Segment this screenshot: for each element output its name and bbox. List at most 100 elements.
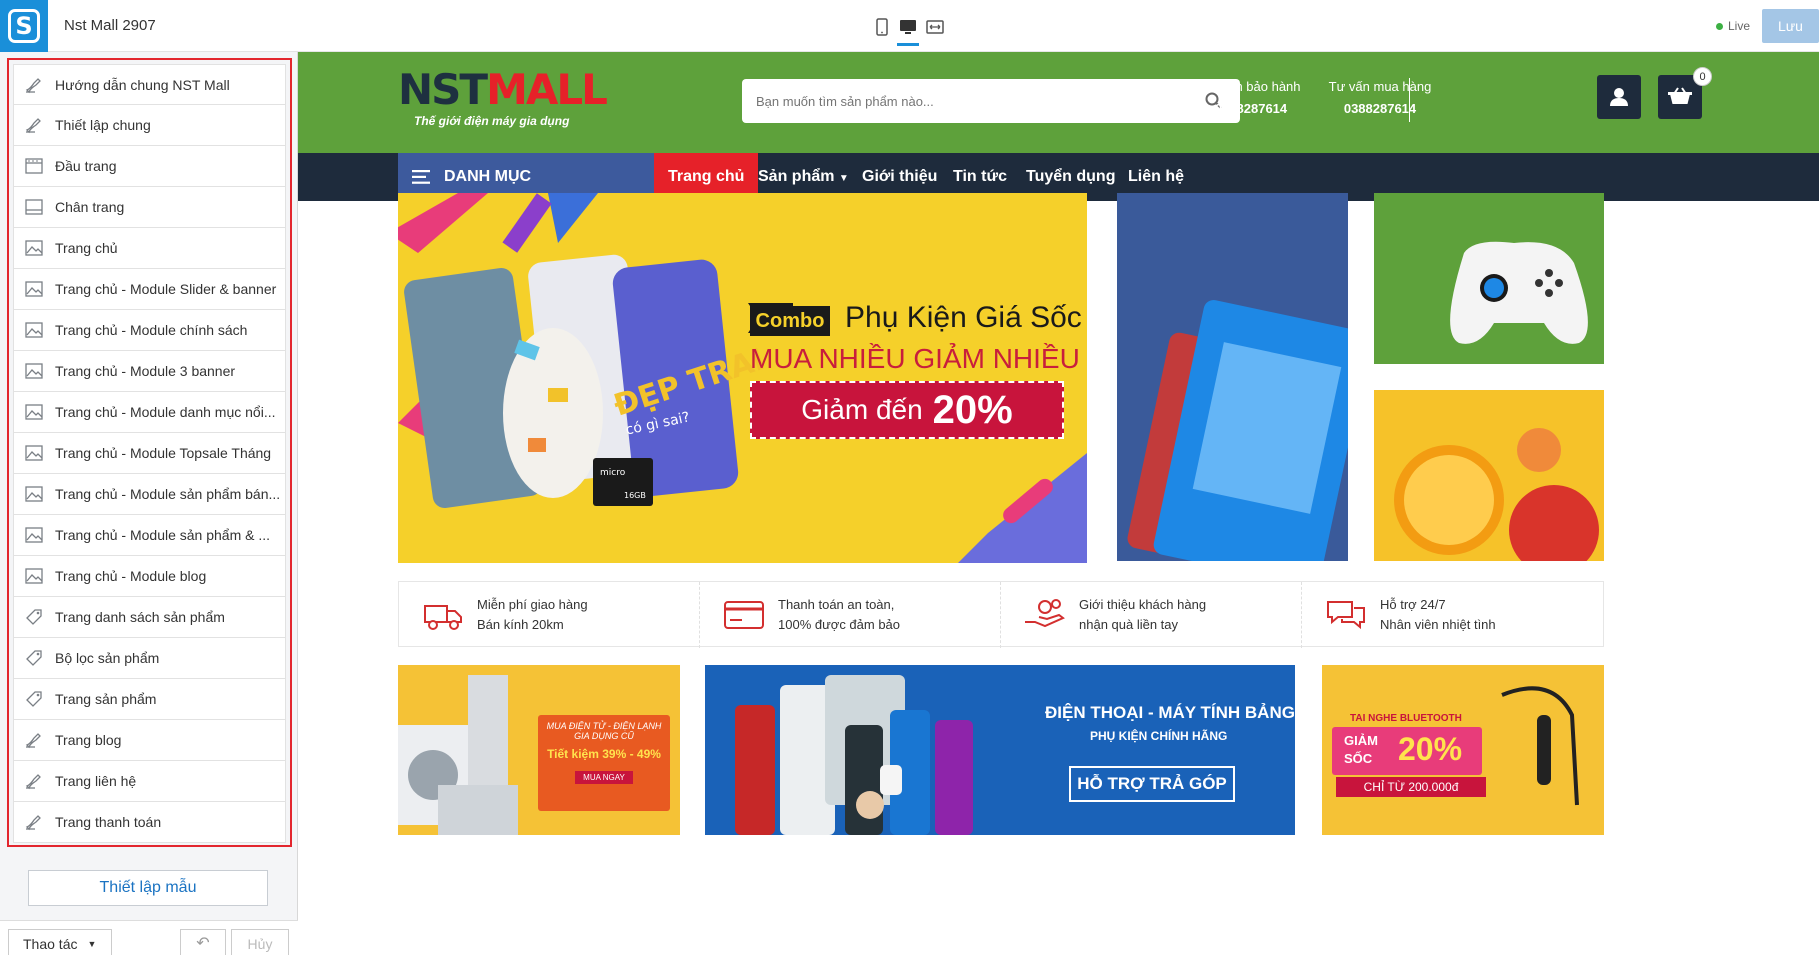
policy-line1: Hỗ trợ 24/7 [1380,597,1446,612]
logo-tagline: Thế giới điện máy gia dụng [414,114,570,128]
site-logo[interactable]: NSTMALL Thế giới điện máy gia dụng [398,68,608,132]
sidebar-item[interactable]: Trang chủ - Module danh mục nổi... [13,392,286,433]
action-dropdown[interactable]: Thao tác ▼ [8,929,112,955]
fullwidth-view-icon[interactable] [924,16,946,38]
nav-products-label: Sản phẩm [758,168,835,185]
sidebar-item-label: Thiết lập chung [55,117,151,133]
delivery-truck-icon [421,598,465,632]
appliance-banner[interactable]: MUA ĐIỆN TỬ - ĐIỆN LẠNH GIA DỤNG CŨ Tiết… [398,665,680,835]
sidebar-item[interactable]: Trang chủ - Module Topsale Tháng [13,433,286,474]
gamepad-image [1450,241,1588,344]
fruit-image [1394,428,1599,561]
sidebar-item[interactable]: Thiết lập chung [13,105,286,146]
app-logo-icon[interactable]: S [0,0,48,52]
sidebar-item[interactable]: Trang chủ - Module 3 banner [13,351,286,392]
save-button[interactable]: Lưu [1762,9,1819,43]
template-setup-button[interactable]: Thiết lập mẫu [28,870,268,906]
hotline-sales[interactable]: Tư vấn mua hàng 0388287614 [1235,79,1525,116]
policy-line1: Thanh toán an toàn, [778,597,895,612]
keyboard-banner[interactable] [1117,193,1348,561]
sidebar-item[interactable]: Đầu trang [13,146,286,187]
sidebar-item-label: Trang chủ - Module danh mục nổi... [55,404,276,420]
image-layout-icon [24,566,44,586]
headset-banner[interactable]: TAI NGHE BLUETOOTH GIẢM SỐC 20% CHỈ TỪ 2… [1322,665,1604,835]
desktop-view-tab[interactable] [897,16,919,46]
live-status: Live [1716,19,1750,33]
appliance-promo-title: MUA ĐIỆN TỬ - ĐIỆN LẠNH GIA DỤNG CŨ [546,721,662,741]
settings-section-list: Hướng dẫn chung NST Mall Thiết lập chung Đ… [7,58,292,847]
sidebar-item[interactable]: Trang chủ - Module Slider & banner [13,269,286,310]
image-layout-icon [24,402,44,422]
sidebar-item[interactable]: Trang danh sách sản phẩm [13,597,286,638]
sidebar-item-label: Trang thanh toán [55,814,162,830]
fruit-banner[interactable] [1374,390,1604,561]
headset-price-from: CHỈ TỪ 200.000đ [1336,777,1486,797]
banner-subheadline: MUA NHIỀU GIẢM NHIỀU [750,343,1080,374]
policy-text: Thanh toán an toàn, 100% được đảm bảo [778,595,900,635]
image-layout-icon [24,484,44,504]
policy-text: Hỗ trợ 24/7 Nhân viên nhiệt tình [1380,595,1496,635]
sidebar-item[interactable]: Trang chủ - Module sản phẩm & ... [13,515,286,556]
sidebar-item[interactable]: Trang thanh toán [13,802,286,843]
sidebar-item-label: Trang chủ - Module Slider & banner [55,281,277,297]
sidebar-item[interactable]: Trang chủ [13,228,286,269]
discount-box: Giảm đến 20% [750,381,1064,439]
policy-item: Thanh toán an toàn, 100% được đảm bảo [700,582,1001,648]
headset-sale-b: SỐC [1344,751,1373,766]
editor-app: S Nst Mall 2907 Hướng dẫn chung NST Mall… [0,0,1819,955]
caret-down-icon: ▼ [87,939,97,949]
mobile-view-icon[interactable] [871,16,893,38]
image-layout-icon [24,525,44,545]
header-layout-icon [24,156,44,176]
sidebar-item[interactable]: Chân trang [13,187,286,228]
sidebar-item-label: Trang danh sách sản phẩm [55,609,225,625]
sidebar-item-label: Trang liên hệ [55,773,137,789]
undo-button[interactable]: ↶ [180,929,226,955]
sidebar-item-label: Chân trang [55,199,125,215]
footer-layout-icon [24,197,44,217]
discount-value: 20% [932,387,1013,432]
sidebar-item-label: Trang chủ [55,240,118,256]
sidebar-item[interactable]: Trang liên hệ [13,761,286,802]
phone-banner-subtitle: PHỤ KIỆN CHÍNH HÃNG [1090,729,1228,743]
main-slider-banner[interactable]: ĐẸP TRAI có gì sai? micro 16GB Combo Phụ… [398,193,1087,563]
sidebar-item-label: Bộ lọc sản phẩm [55,650,160,666]
policy-line1: Giới thiệu khách hàng [1079,597,1207,612]
devices-image [735,675,973,835]
sidebar-item[interactable]: Trang chủ - Module sản phẩm bán... [13,474,286,515]
policy-item: Miễn phí giao hàng Bán kính 20km [399,582,700,648]
sidebar-item[interactable]: Hướng dẫn chung NST Mall [13,64,286,105]
sidebar-item-label: Trang blog [55,732,122,748]
brush-icon [24,771,44,791]
account-button[interactable] [1597,75,1641,119]
sidebar-item[interactable]: Trang blog [13,720,286,761]
discount-prefix: Giảm đến [801,394,923,425]
hamburger-icon [412,170,430,184]
sidebar-item[interactable]: Trang chủ - Module chính sách [13,310,286,351]
cart-count-badge: 0 [1693,67,1712,86]
image-layout-icon [24,361,44,381]
sidebar-item[interactable]: Bộ lọc sản phẩm [13,638,286,679]
image-layout-icon [24,320,44,340]
policy-line2: Bán kính 20km [477,617,564,632]
appliance-cta[interactable]: MUA NGAY [575,771,633,784]
tag-icon [24,607,44,627]
action-dropdown-label: Thao tác [23,936,78,952]
brush-icon [24,730,44,750]
brush-icon [24,812,44,832]
gamepad-banner[interactable] [1374,193,1604,364]
cancel-button[interactable]: Hủy [231,929,289,955]
sidebar-item-label: Trang chủ - Module blog [55,568,207,584]
sidebar-item-label: Trang sản phẩm [55,691,157,707]
banner-headline: Phụ Kiện Giá Sốc [845,301,1082,334]
sd-card-size: 16GB [624,491,646,500]
site-preview: NSTMALL Thế giới điện máy gia dụng Tư vấ… [298,52,1819,955]
brush-icon [24,75,44,95]
tag-icon [24,648,44,668]
sidebar-item[interactable]: Trang chủ - Module blog [13,556,286,597]
phone-banner[interactable]: ĐIỆN THOẠI - MÁY TÍNH BẢNG PHỤ KIỆN CHÍN… [705,665,1295,835]
sidebar-item-label: Trang chủ - Module Topsale Tháng [55,445,272,461]
sidebar-item[interactable]: Trang sản phẩm [13,679,286,720]
credit-card-icon [722,598,766,632]
installment-cta[interactable]: HỖ TRỢ TRẢ GÓP [1069,766,1235,802]
